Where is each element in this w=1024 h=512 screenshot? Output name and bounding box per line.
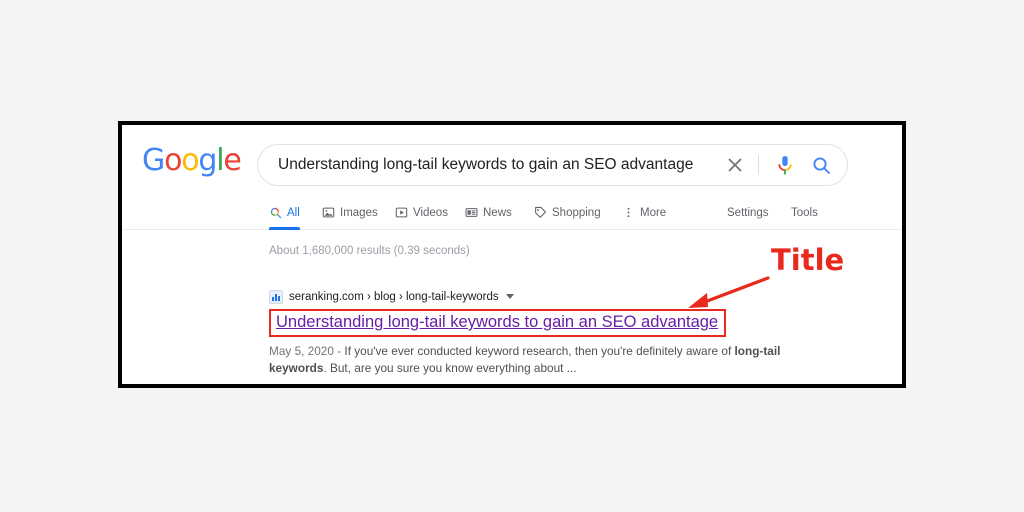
more-vertical-icon xyxy=(627,207,630,218)
logo-letter-g2: g xyxy=(198,143,217,178)
result-breadcrumb[interactable]: seranking.com › blog › long-tail-keyword… xyxy=(289,291,499,303)
result-title-highlight-box: Understanding long-tail keywords to gain… xyxy=(269,309,727,337)
serp-header: Google xyxy=(122,125,902,195)
tools-label: Tools xyxy=(791,206,818,219)
search-input[interactable] xyxy=(278,145,748,185)
snippet-date: May 5, 2020 - xyxy=(269,344,345,358)
serp-tabbar: All Images Videos News Shopping More Set… xyxy=(122,195,902,230)
tab-shopping[interactable]: Shopping xyxy=(534,197,601,228)
google-logo[interactable]: Google xyxy=(142,143,242,178)
tab-label: News xyxy=(483,206,512,219)
chevron-down-icon[interactable] xyxy=(505,294,514,299)
settings-button[interactable]: Settings xyxy=(727,197,769,228)
tab-more[interactable]: More xyxy=(622,197,666,228)
search-icon xyxy=(270,207,282,219)
tab-label: All xyxy=(287,206,300,219)
search-box[interactable] xyxy=(257,144,848,186)
tab-videos[interactable]: Videos xyxy=(395,197,448,228)
tools-button[interactable]: Tools xyxy=(791,197,818,228)
logo-letter-g1: G xyxy=(142,143,165,178)
image-icon xyxy=(322,207,335,218)
newspaper-icon xyxy=(465,208,478,217)
logo-letter-o1: o xyxy=(164,143,182,178)
logo-letter-l: l xyxy=(216,143,224,178)
snippet-text-2: . But, are you sure you know everything … xyxy=(323,361,577,375)
tab-active-underline xyxy=(269,227,300,230)
result-title-link[interactable]: Understanding long-tail keywords to gain… xyxy=(276,313,718,332)
tab-label: Shopping xyxy=(552,206,601,219)
settings-label: Settings xyxy=(727,206,769,219)
logo-letter-o2: o xyxy=(181,143,199,178)
video-icon xyxy=(395,207,408,218)
tag-icon xyxy=(535,206,547,218)
annotation-label: Title xyxy=(771,243,845,277)
close-icon[interactable] xyxy=(726,156,744,174)
result-snippet: May 5, 2020 - If you've ever conducted k… xyxy=(269,343,782,377)
tabbar-divider xyxy=(122,229,902,230)
search-divider xyxy=(758,155,759,175)
bar-chart-favicon xyxy=(269,289,283,304)
tab-label: Videos xyxy=(413,206,448,219)
tab-label: More xyxy=(640,206,667,219)
tab-images[interactable]: Images xyxy=(322,197,378,228)
result-stats: About 1,680,000 results (0.39 seconds) xyxy=(269,245,470,257)
logo-letter-e: e xyxy=(223,143,241,178)
search-icon[interactable] xyxy=(812,156,831,175)
result-url-row: seranking.com › blog › long-tail-keyword… xyxy=(269,288,789,305)
snippet-text-1: If you've ever conducted keyword researc… xyxy=(344,344,735,358)
tab-all[interactable]: All xyxy=(269,197,300,230)
tab-news[interactable]: News xyxy=(465,197,512,228)
microphone-icon[interactable] xyxy=(775,155,795,176)
tab-label: Images xyxy=(340,206,378,219)
search-result: seranking.com › blog › long-tail-keyword… xyxy=(269,288,789,377)
